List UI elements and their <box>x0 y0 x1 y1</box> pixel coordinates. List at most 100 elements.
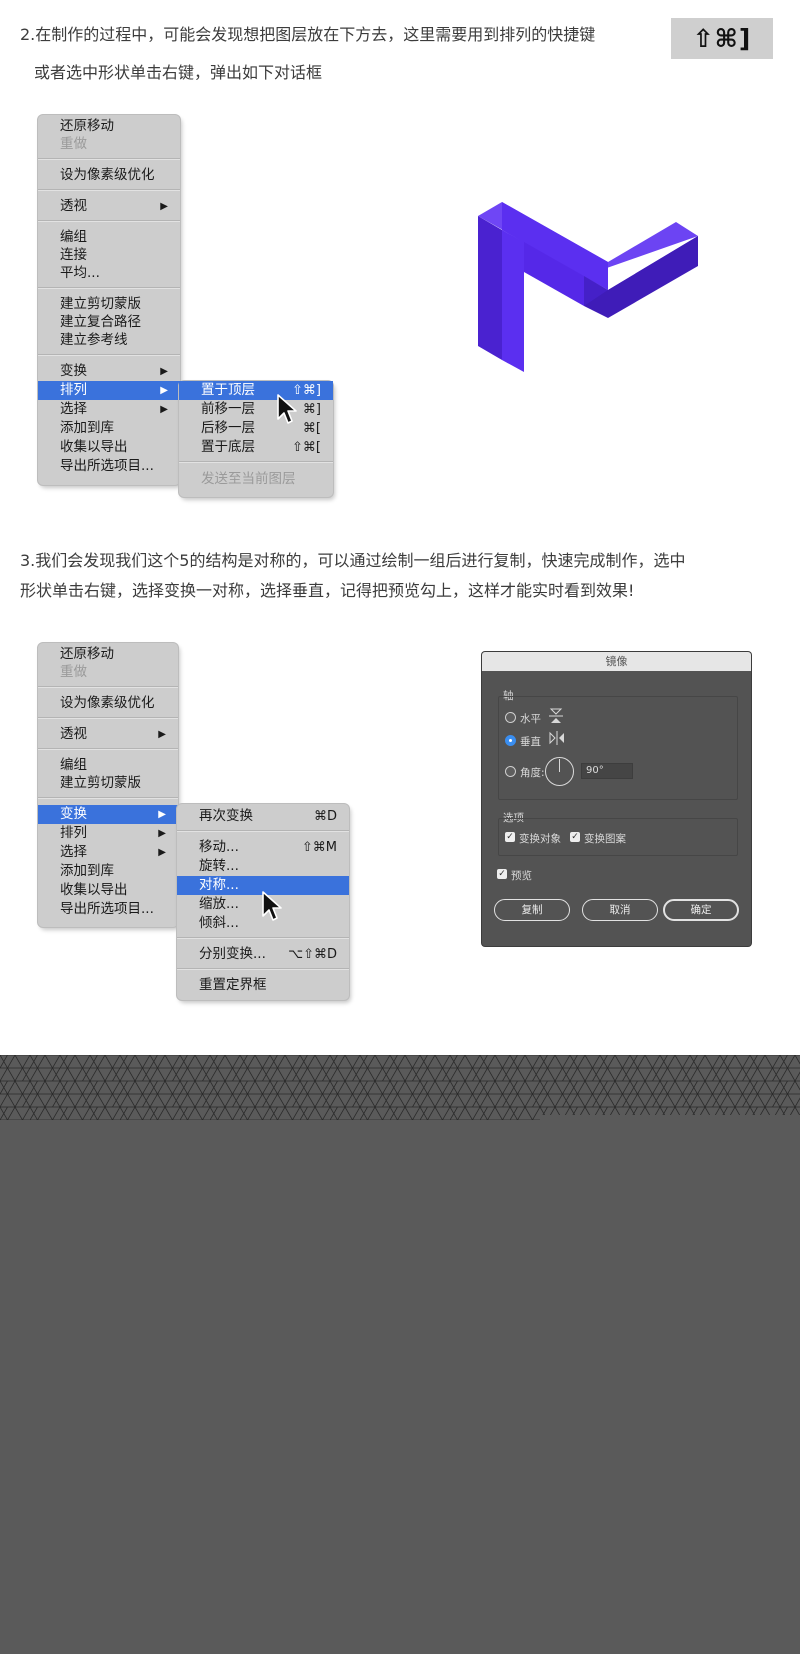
vertical-radio[interactable] <box>505 735 516 746</box>
mouse-cursor-icon <box>277 394 297 424</box>
angle-dial[interactable] <box>545 757 574 786</box>
menu-separator <box>38 220 180 222</box>
menu-item-reset-bounding-box[interactable]: 重置定界框 <box>177 976 349 995</box>
horizontal-axis-icon <box>549 708 563 723</box>
menu-item-make-guides[interactable]: 建立参考线 <box>38 331 180 350</box>
shortcut-label: ⇧⌘[ <box>292 440 321 455</box>
menu-item-rotate[interactable]: 旋转... <box>177 857 349 876</box>
menu-item-send-backward[interactable]: 后移一层 ⌘[ <box>179 419 333 438</box>
menu-item-arrange[interactable]: 排列 ▶ <box>38 381 180 400</box>
menu-separator <box>38 797 178 799</box>
menu-item-collect-export[interactable]: 收集以导出 <box>38 438 180 457</box>
menu-item-label: 变换 <box>60 806 87 822</box>
triangle-grid-pattern <box>0 1055 800 1137</box>
menu-item-perspective[interactable]: 透视 ▶ <box>38 725 178 744</box>
mouse-cursor-icon <box>262 891 282 921</box>
menu-separator <box>38 748 178 750</box>
preview-label: 预览 <box>511 870 532 882</box>
angle-input[interactable]: 90° <box>581 763 633 779</box>
submenu-arrow-icon: ▶ <box>160 366 168 377</box>
menu-item-average[interactable]: 平均... <box>38 264 180 283</box>
menu-item-label: 置于底层 <box>201 439 255 455</box>
menu-item-label: 再次变换 <box>199 808 253 824</box>
transform-patterns-checkbox[interactable]: ✓ <box>570 832 580 842</box>
menu-item-bring-to-front[interactable]: 置于顶层 ⇧⌘] <box>179 381 333 400</box>
pattern-fade <box>0 1120 540 1137</box>
ok-button[interactable]: 确定 <box>663 899 739 921</box>
menu-item-add-to-library[interactable]: 添加到库 <box>38 862 178 881</box>
vertical-label: 垂直 <box>520 736 541 748</box>
menu-item-transform[interactable]: 变换 ▶ <box>38 805 178 824</box>
menu-item-transform-again[interactable]: 再次变换 ⌘D <box>177 807 349 826</box>
angle-label: 角度: <box>520 767 545 779</box>
submenu-arrow-icon: ▶ <box>158 729 166 740</box>
transform-objects-checkbox[interactable]: ✓ <box>505 832 515 842</box>
menu-item-select[interactable]: 选择 ▶ <box>38 843 178 862</box>
reflect-dialog: 镜像 轴 水平 垂直 角度: 90° 选项 ✓ 变换对象 ✓ 变换图案 ✓ 预览… <box>482 652 751 946</box>
logo-front-face <box>502 230 524 372</box>
menu-item-transform-each[interactable]: 分别变换... ⌥⇧⌘D <box>177 945 349 964</box>
menu-item-label: 前移一层 <box>201 401 255 417</box>
menu-item-undo-move[interactable]: 还原移动 <box>38 645 178 664</box>
menu-item-join[interactable]: 连接 <box>38 246 180 265</box>
menu-item-transform[interactable]: 变换 ▶ <box>38 362 180 381</box>
menu-item-compound-path[interactable]: 建立复合路径 <box>38 313 180 332</box>
menu-item-add-to-library[interactable]: 添加到库 <box>38 419 180 438</box>
horizontal-radio[interactable] <box>505 712 516 723</box>
menu-separator <box>177 830 349 832</box>
submenu-arrow-icon: ▶ <box>158 847 166 858</box>
cancel-button[interactable]: 取消 <box>582 899 658 921</box>
menu-separator <box>177 968 349 970</box>
menu-item-move[interactable]: 移动... ⇧⌘M <box>177 838 349 857</box>
menu-separator <box>177 937 349 939</box>
submenu-arrow-icon: ▶ <box>160 385 168 396</box>
copy-button[interactable]: 复制 <box>494 899 570 921</box>
menu-item-collect-export[interactable]: 收集以导出 <box>38 881 178 900</box>
section3-line2: 形状单击右键，选择变换一对称，选择垂直，记得把预览勾上，这样才能实时看到效果! <box>20 581 635 600</box>
angle-radio[interactable] <box>505 766 516 777</box>
section2-line2: 或者选中形状单击右键，弹出如下对话框 <box>34 63 323 82</box>
menu-separator <box>38 686 178 688</box>
footer-gray-area <box>0 1120 800 1654</box>
menu-item-pixel-optimize[interactable]: 设为像素级优化 <box>38 694 178 713</box>
menu-item-perspective[interactable]: 透视 ▶ <box>38 197 180 216</box>
menu-item-clipping-mask[interactable]: 建立剪切蒙版 <box>38 774 178 793</box>
menu-item-label: 移动... <box>199 839 239 855</box>
isometric-logo-icon <box>478 202 698 372</box>
menu-item-label: 分别变换... <box>199 946 266 962</box>
pattern-fade <box>540 1115 800 1137</box>
menu-item-pixel-optimize[interactable]: 设为像素级优化 <box>38 166 180 185</box>
menu-item-group[interactable]: 编组 <box>38 228 180 247</box>
menu-item-export-selection[interactable]: 导出所选项目... <box>38 900 178 919</box>
dialog-title: 镜像 <box>482 652 751 671</box>
menu-item-label: 排列 <box>60 382 87 398</box>
menu-item-undo-move[interactable]: 还原移动 <box>38 117 180 136</box>
menu-item-group[interactable]: 编组 <box>38 756 178 775</box>
shortcut-label: ⌘D <box>313 809 337 824</box>
menu-item-bring-forward[interactable]: 前移一层 ⌘] <box>179 400 333 419</box>
menu-item-send-to-back[interactable]: 置于底层 ⇧⌘[ <box>179 438 333 457</box>
menu-separator <box>38 287 180 289</box>
menu-item-label: 选择 <box>60 401 87 417</box>
menu-item-select[interactable]: 选择 ▶ <box>38 400 180 419</box>
menu-item-label: 后移一层 <box>201 420 255 436</box>
submenu-arrow-icon: ▶ <box>158 809 166 820</box>
transform-patterns-label: 变换图案 <box>584 833 626 845</box>
logo-front-face <box>478 216 502 360</box>
menu-item-redo: 重做 <box>60 136 87 152</box>
menu-item-export-selection[interactable]: 导出所选项目... <box>38 457 180 476</box>
menu-separator <box>38 158 180 160</box>
menu-item-redo: 重做 <box>60 664 87 680</box>
menu-item-arrange[interactable]: 排列 ▶ <box>38 824 178 843</box>
shortcut-label: ⌘[ <box>302 421 321 436</box>
horizontal-label: 水平 <box>520 713 541 725</box>
arrange-submenu: 置于顶层 ⇧⌘] 前移一层 ⌘] 后移一层 ⌘[ 置于底层 ⇧⌘[ 发送至当前图层 <box>179 381 333 497</box>
section3-line1: 3.我们会发现我们这个5的结构是对称的，可以通过绘制一组后进行复制，快速完成制作… <box>20 551 686 570</box>
shortcut-label: ⌥⇧⌘D <box>288 947 337 962</box>
menu-item-label: 排列 <box>60 825 87 841</box>
submenu-arrow-icon: ▶ <box>158 828 166 839</box>
menu-separator <box>38 189 180 191</box>
preview-checkbox[interactable]: ✓ <box>497 869 507 879</box>
menu-separator <box>179 461 333 463</box>
menu-item-clipping-mask[interactable]: 建立剪切蒙版 <box>38 295 180 314</box>
